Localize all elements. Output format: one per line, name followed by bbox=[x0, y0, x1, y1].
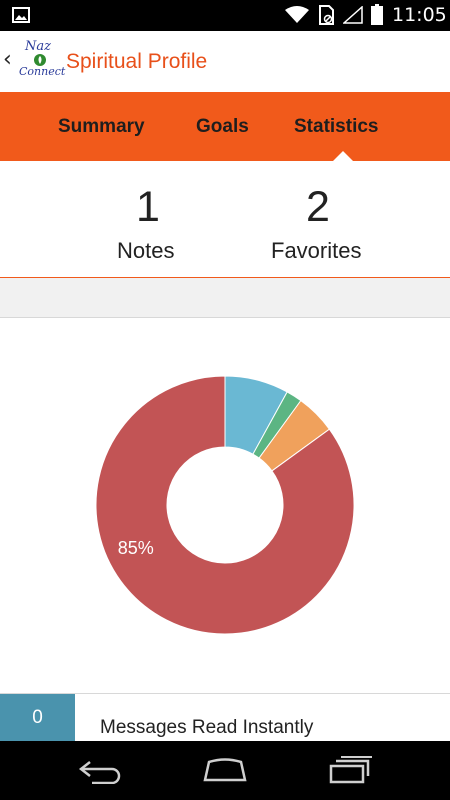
wifi-icon bbox=[285, 6, 309, 23]
nav-back-icon[interactable] bbox=[78, 758, 124, 784]
messages-read-count: 0 bbox=[0, 694, 75, 741]
favorites-label[interactable]: Favorites bbox=[271, 237, 361, 265]
tab-goals[interactable]: Goals bbox=[196, 114, 249, 140]
back-icon[interactable]: ‹ bbox=[3, 48, 12, 72]
notes-label[interactable]: Notes bbox=[117, 237, 174, 265]
donut-slice-label-3: 85% bbox=[118, 538, 154, 558]
nav-home-icon[interactable] bbox=[201, 758, 249, 782]
logo-text-top: Naz bbox=[25, 39, 51, 54]
notes-count: 1 bbox=[136, 183, 160, 231]
nav-recents-icon[interactable] bbox=[328, 756, 374, 784]
tab-summary[interactable]: Summary bbox=[58, 114, 145, 140]
donut-chart: 85% bbox=[96, 376, 354, 634]
logo: Naz Connect bbox=[19, 39, 66, 82]
battery-icon bbox=[371, 4, 383, 25]
section-spacer bbox=[0, 278, 450, 318]
page-title: Spiritual Profile bbox=[66, 50, 208, 73]
tab-statistics[interactable]: Statistics bbox=[294, 114, 378, 140]
status-bar: 11:05 bbox=[0, 0, 450, 31]
sim-icon bbox=[319, 5, 334, 25]
logo-text-bottom: Connect bbox=[19, 65, 66, 78]
clock: 11:05 bbox=[392, 4, 447, 26]
signal-icon bbox=[343, 6, 363, 24]
favorites-count: 2 bbox=[306, 183, 330, 231]
selected-tab-indicator bbox=[333, 151, 353, 161]
messages-read-label: Messages Read Instantly bbox=[100, 717, 314, 738]
gallery-icon bbox=[12, 7, 30, 23]
